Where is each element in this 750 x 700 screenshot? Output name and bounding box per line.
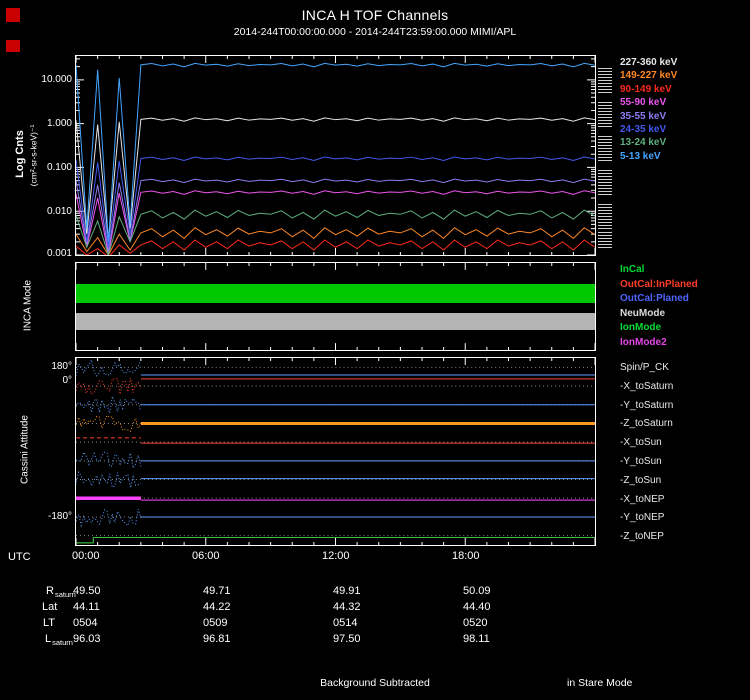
red-marker: [6, 8, 20, 22]
attitude-legend-entry: -Z_toSun: [620, 474, 662, 486]
legend-entry: 35-55 keV: [620, 110, 667, 122]
ephemeris-value: 98.11: [463, 633, 490, 645]
counts-chart: [76, 56, 595, 255]
x-tick-label: 06:00: [192, 550, 220, 562]
red-marker: [6, 40, 20, 52]
stare-mode-note: in Stare Mode: [567, 677, 633, 689]
ephemeris-value: 0504: [73, 617, 98, 629]
ephemeris-value: 44.32: [333, 601, 361, 613]
ephemeris-value: 44.11: [73, 601, 100, 613]
mode-legend-entry: IonMode2: [620, 336, 667, 348]
mode-legend-entry: OutCal:Planed: [620, 293, 689, 305]
mode-legend: InCal OutCal:InPlaned OutCal:Planed NeuMode…: [620, 263, 698, 351]
ephemeris-value: 0514: [333, 617, 358, 629]
counts-panel: [75, 55, 596, 256]
utc-axis-label: UTC: [8, 551, 31, 563]
background-subtracted-note: Background Subtracted: [320, 677, 430, 689]
inca-mode-panel: [75, 262, 596, 351]
legend-entry: 24-35 keV: [620, 124, 667, 136]
ephemeris-value: 49.50: [73, 585, 101, 597]
attitude-legend-entry: -Y_toNEP: [620, 512, 665, 524]
attitude-legend-entry: -Y_toSun: [620, 455, 662, 467]
ephemeris-row-label: Lat: [42, 601, 58, 613]
pha-tick-stack: [598, 204, 612, 230]
time-range-subtitle: 2014-244T00:00:00.000 - 2014-244T23:59:0…: [233, 26, 517, 38]
inca-tof-plot: INCA H TOF Channels 2014-244T00:00:00.00…: [0, 0, 750, 700]
mode-legend-entry: OutCal:InPlaned: [620, 278, 698, 290]
attitude-legend-entry: -X_toSaturn: [620, 380, 674, 392]
x-tick-label: 00:00: [72, 550, 100, 562]
legend-entry: 149-227 keV: [620, 70, 678, 82]
attitude-y-tick: -180°: [47, 511, 72, 522]
mode-bar: [76, 313, 595, 330]
ephemeris-value: 96.81: [203, 633, 231, 645]
attitude-y-tick: 180°: [51, 361, 72, 372]
pha-tick-stack: [598, 170, 612, 196]
ephemeris-value: 0509: [203, 617, 228, 629]
pha-tick-stack: [598, 102, 612, 128]
legend-entry: 5-13 keV: [620, 150, 661, 162]
mode-bar: [76, 283, 595, 303]
legend-entry: 90-149 keV: [620, 83, 672, 95]
attitude-legend-entry: -Z_toNEP: [620, 531, 664, 543]
attitude-panel: [75, 357, 596, 546]
attitude-legend-entry: -Z_toSaturn: [620, 418, 673, 430]
ephemeris-value: 97.50: [333, 633, 361, 645]
attitude-legend-entry: Spin/P_CK: [620, 362, 669, 373]
energy-channel-legend: 227-360 keV 149-227 keV 90-149 keV 55-90 ke…: [620, 56, 677, 163]
legend-entry: 13-24 keV: [620, 137, 667, 149]
mode-legend-entry: InCal: [620, 264, 645, 275]
attitude-legend: Spin/P_CK -X_toSaturn -Y_toSaturn -Z_toSatu…: [620, 359, 673, 547]
attitude-legend-entry: -Y_toSaturn: [620, 399, 674, 411]
page-title: INCA H TOF Channels: [301, 7, 449, 23]
ephemeris-value: 50.09: [463, 585, 491, 597]
mode-bars: [76, 263, 595, 350]
x-tick-label: 12:00: [322, 550, 350, 562]
pha-tick-stack: [598, 232, 612, 250]
attitude-chart: [76, 358, 595, 545]
legend-entry: 55-90 keV: [620, 97, 667, 109]
attitude-y-tick: 0°: [62, 375, 72, 386]
ephemeris-row-label: Lsaturn: [45, 633, 73, 647]
pha-tick-stack: [598, 68, 612, 94]
attitude-legend-entry: -X_toSun: [620, 437, 662, 449]
ephemeris-value: 44.22: [203, 601, 231, 613]
attitude-legend-entry: -X_toNEP: [620, 493, 665, 505]
mode-legend-entry: IonMode: [620, 322, 662, 334]
ephemeris-value: 49.91: [333, 585, 361, 597]
x-tick-label: 18:00: [452, 550, 480, 562]
attitude-y-axis-title: Cassini Attitude: [19, 415, 31, 484]
ephemeris-row-label: Rsaturn: [46, 585, 76, 599]
legend-entry: 227-360 keV: [620, 57, 678, 68]
ephemeris-value: 44.40: [463, 601, 491, 613]
ephemeris-value: 0520: [463, 617, 488, 629]
mode-legend-entry: NeuMode: [620, 307, 665, 319]
ephemeris-row-label: LT: [43, 617, 56, 629]
pha-tick-stack: [598, 136, 612, 162]
ephemeris-value: 49.71: [203, 585, 231, 597]
ephemeris-value: 96.03: [73, 633, 101, 645]
